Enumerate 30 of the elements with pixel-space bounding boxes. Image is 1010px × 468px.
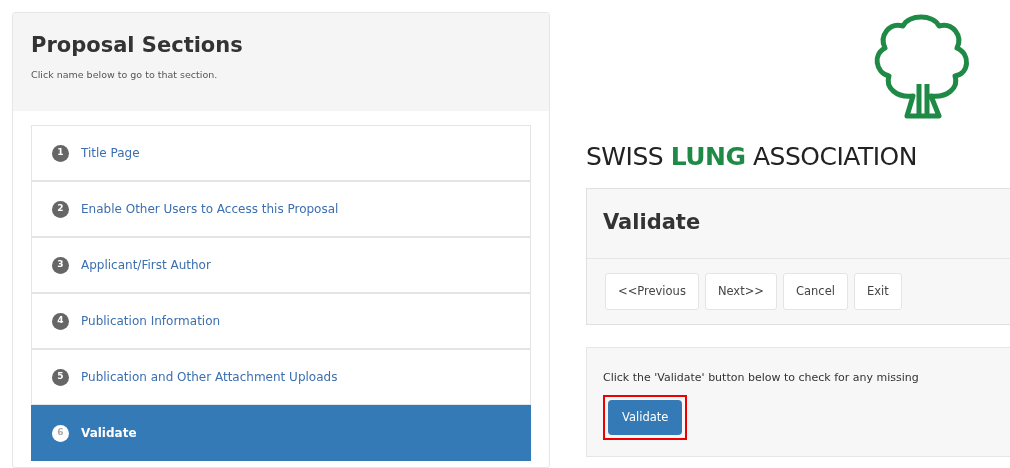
section-label: Title Page [81,145,140,162]
instruction-text: Click the 'Validate' button below to check for any missing [603,370,920,387]
validate-button[interactable]: Validate [608,399,683,435]
logo-word: SWISS [586,142,664,171]
nav-button[interactable]: Next>> [704,273,777,311]
step-number-badge: 1 [52,144,69,162]
step-number-badge: 2 [52,200,69,218]
section-link[interactable]: 6 Validate [31,405,531,461]
logo-word: ASSOCIATION [752,142,917,171]
section-title: Validate [587,189,1010,259]
section-label: Publication Information [81,313,221,330]
section-label: Validate [81,425,137,442]
step-number-badge: 4 [52,312,69,330]
nav-button[interactable]: <<Previous [605,273,699,311]
section-link[interactable]: 3 Applicant/First Author [31,237,531,293]
nav-button[interactable]: Cancel [782,273,848,311]
section-label: Enable Other Users to Access this Proposal [81,201,339,218]
nav-button[interactable]: Exit [853,273,902,311]
section-link[interactable]: 5 Publication and Other Attachment Uploads [31,349,531,405]
step-number-badge: 3 [52,256,69,274]
step-number-badge: 5 [52,368,69,386]
section-link[interactable]: 2 Enable Other Users to Access this Proposal [31,181,531,237]
logo-word: LUNG [670,142,746,171]
section-label: Applicant/First Author [81,257,211,274]
section-label: Publication and Other Attachment Uploads [81,369,338,386]
section-link[interactable]: 4 Publication Information [31,293,531,349]
panel-subtitle: Click name below to go to that section. [31,68,219,83]
section-link[interactable]: 1 Title Page [31,125,531,181]
step-number-badge: 6 [52,424,69,442]
panel-title: Proposal Sections [31,33,244,59]
